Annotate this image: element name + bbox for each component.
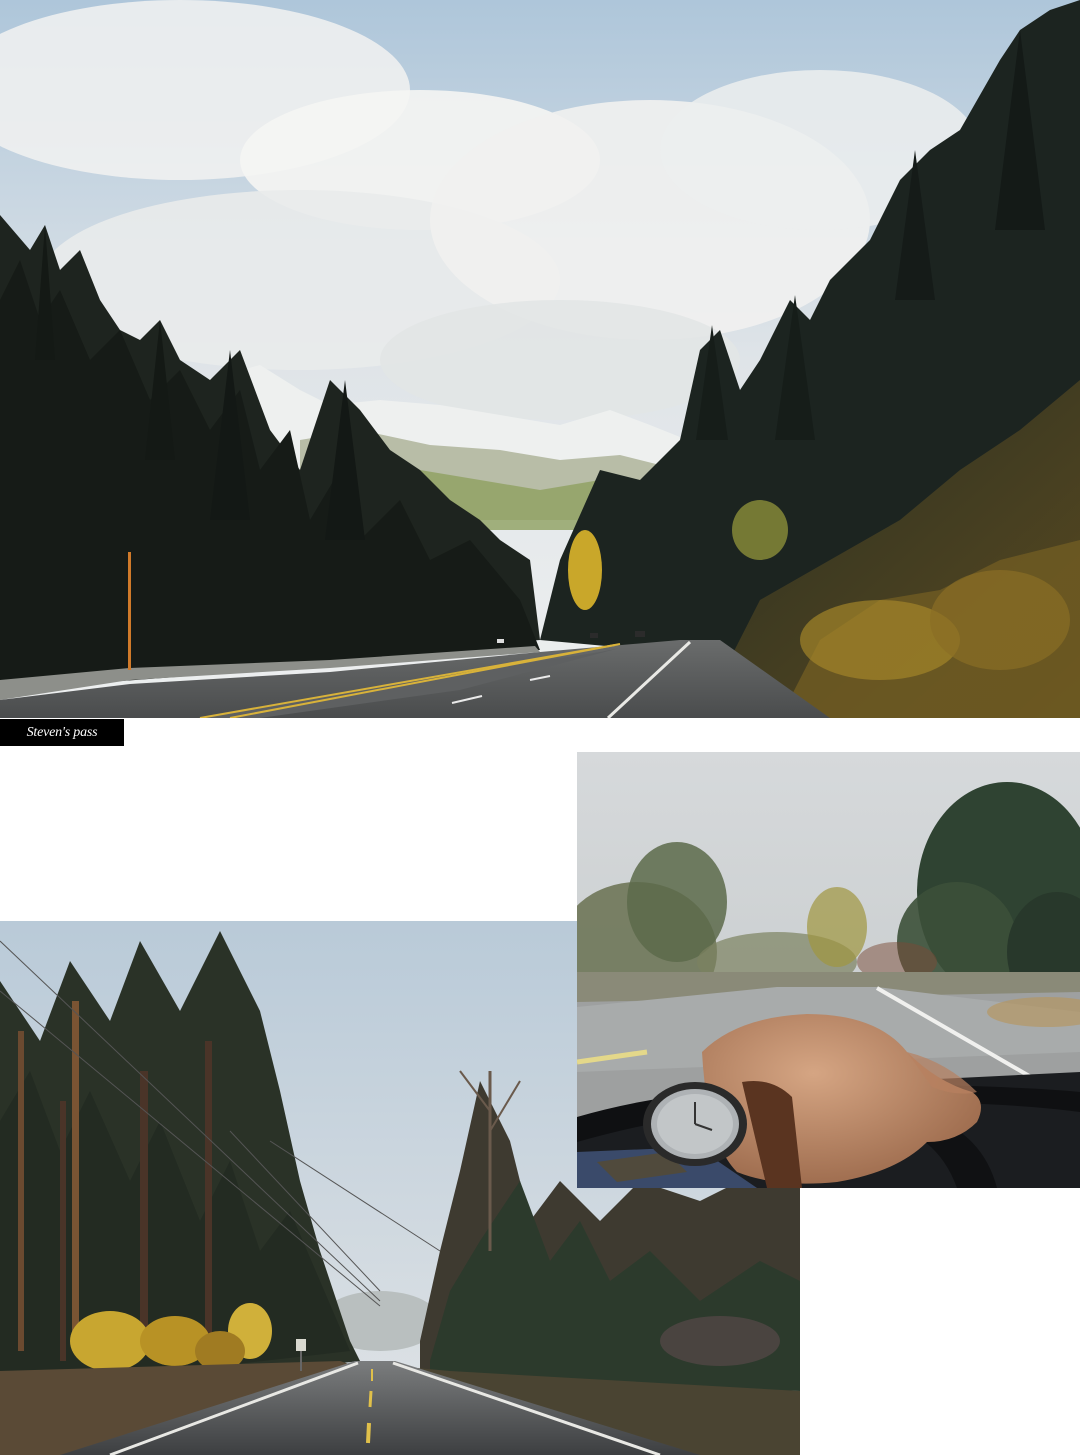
steering-wheel-photo bbox=[577, 752, 1080, 1188]
photo-caption: Steven's pass bbox=[0, 719, 124, 746]
mountain-highway-photo bbox=[0, 0, 1080, 718]
